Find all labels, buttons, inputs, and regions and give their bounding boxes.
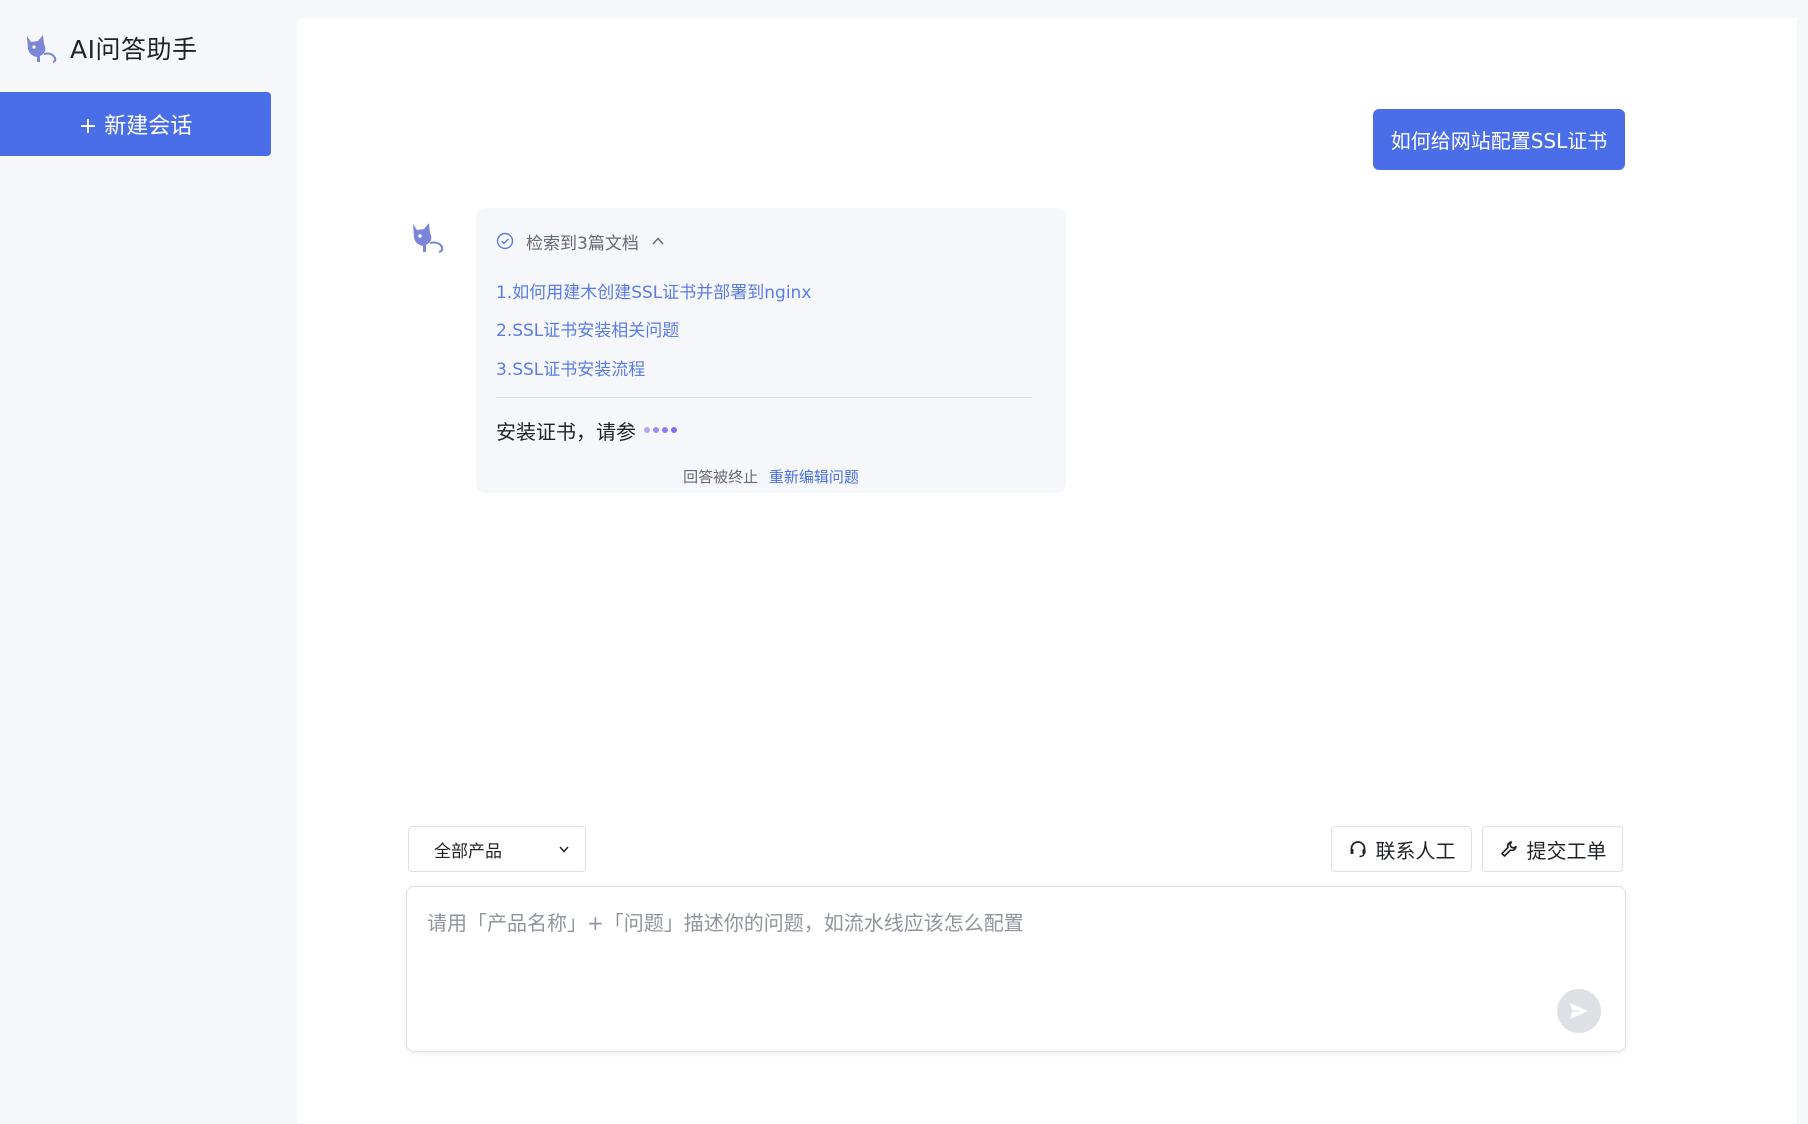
chevron-up-icon[interactable] bbox=[651, 234, 665, 248]
app-title: AI问答助手 bbox=[70, 35, 198, 64]
wrench-icon bbox=[1500, 841, 1517, 857]
brand: AI问答助手 bbox=[22, 28, 197, 68]
retrieved-doc-link[interactable]: 3.SSL证书安装流程 bbox=[496, 355, 645, 380]
cat-logo-icon bbox=[27, 35, 57, 63]
chevron-down-icon bbox=[559, 846, 569, 853]
typing-dot bbox=[662, 427, 668, 433]
divider bbox=[496, 397, 1032, 398]
contact-human-label: 联系人工 bbox=[1375, 838, 1456, 863]
answer-row: 安装证书，请参 bbox=[496, 415, 677, 445]
product-select[interactable]: 全部产品 bbox=[408, 826, 586, 872]
retrieval-summary: 检索到3篇文档 bbox=[526, 233, 639, 254]
app-root: AI问答助手 + 新建会话 如何给网站配置SSL证书 检索到3篇文档 1.如何用 bbox=[0, 0, 1808, 1124]
typing-dot bbox=[671, 427, 677, 433]
check-circle-icon bbox=[496, 232, 514, 250]
retrieved-doc-link[interactable]: 1.如何用建木创建SSL证书并部署到nginx bbox=[496, 278, 811, 303]
new-chat-button[interactable]: + 新建会话 bbox=[0, 92, 271, 156]
message-input[interactable] bbox=[427, 907, 1567, 1007]
headset-icon bbox=[1350, 841, 1365, 858]
product-select-value: 全部产品 bbox=[434, 841, 502, 862]
status-text: 回答被终止 bbox=[683, 468, 759, 486]
submit-ticket-button[interactable]: 提交工单 bbox=[1482, 826, 1623, 872]
chat-panel: 如何给网站配置SSL证书 检索到3篇文档 1.如何用建木创建SSL证书并部署到n… bbox=[297, 18, 1797, 1124]
typing-dot bbox=[644, 427, 650, 433]
answer-text: 安装证书，请参 bbox=[496, 419, 636, 444]
answer-status: 回答被终止 重新编辑问题 bbox=[476, 466, 1066, 487]
typing-dots-icon bbox=[644, 427, 677, 433]
reedit-question-link[interactable]: 重新编辑问题 bbox=[769, 468, 859, 486]
retrieval-header[interactable]: 检索到3篇文档 bbox=[496, 228, 665, 254]
retrieved-doc-link[interactable]: 2.SSL证书安装相关问题 bbox=[496, 316, 679, 341]
bot-avatar-icon bbox=[413, 223, 444, 253]
send-button[interactable] bbox=[1557, 989, 1601, 1033]
contact-human-button[interactable]: 联系人工 bbox=[1331, 826, 1472, 872]
sidebar: AI问答助手 + 新建会话 bbox=[0, 0, 297, 1124]
bot-message-card: 检索到3篇文档 1.如何用建木创建SSL证书并部署到nginx 2.SSL证书安… bbox=[476, 208, 1066, 493]
message-composer bbox=[406, 886, 1626, 1052]
submit-ticket-label: 提交工单 bbox=[1526, 838, 1607, 863]
typing-dot bbox=[653, 427, 659, 433]
send-icon bbox=[1570, 1003, 1588, 1019]
user-message-bubble: 如何给网站配置SSL证书 bbox=[1373, 109, 1625, 170]
